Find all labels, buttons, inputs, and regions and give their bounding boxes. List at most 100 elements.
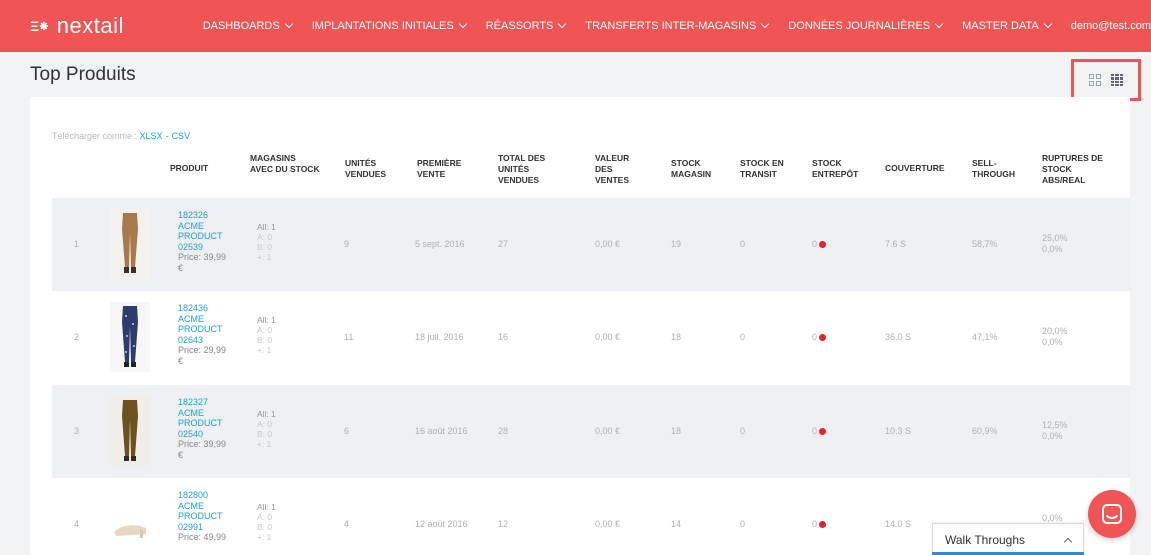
chevron-down-icon xyxy=(558,19,567,29)
product-price: Price: 29,99 € xyxy=(178,345,227,366)
product-link[interactable]: 182326 ACME PRODUCT 02539 xyxy=(178,210,238,252)
product-info: 182326 ACME PRODUCT 02539 Price: 39,99 € xyxy=(178,210,238,273)
row-rank: 4 xyxy=(74,519,80,529)
walk-throughs-widget[interactable]: Walk Throughs xyxy=(932,523,1084,555)
sales-value: 0,00 € xyxy=(595,239,621,249)
user-menu[interactable]: demo@test.com xyxy=(1071,20,1151,32)
col-header-ruptures[interactable]: RUPTURES DE STOCK ABS/REAL xyxy=(1042,153,1112,186)
stores-with-stock: All: 1 A: 0 B: 0 +: 1 xyxy=(257,502,276,542)
row-rank: 1 xyxy=(74,239,80,249)
product-thumbnail[interactable] xyxy=(110,396,150,466)
logo-text: nextail xyxy=(56,13,124,38)
row-rank: 2 xyxy=(74,332,80,342)
chevron-down-icon xyxy=(761,19,770,29)
total-units: 12 xyxy=(498,519,509,529)
nav-transferts[interactable]: TRANSFERTS INTER-MAGASINS xyxy=(585,19,770,32)
alert-dot-icon xyxy=(819,521,827,528)
download-xlsx-link[interactable]: XLSX xyxy=(140,131,163,141)
total-units: 28 xyxy=(498,426,509,436)
product-thumbnail[interactable] xyxy=(110,209,150,279)
product-thumbnail[interactable] xyxy=(110,496,150,546)
sell-through: 58,7% xyxy=(972,239,998,249)
product-info: 182327 ACME PRODUCT 02540 Price: 39,99 € xyxy=(178,397,238,460)
first-sale: 18 juil. 2016 xyxy=(415,332,464,342)
nav-donnees-journalieres[interactable]: DONNÉES JOURNALIÈRES xyxy=(788,19,944,32)
stores-with-stock: All: 1 A: 0 B: 0 +: 1 xyxy=(257,222,276,262)
col-header-total-unites[interactable]: TOTAL DES UNITÉS VENDUES xyxy=(498,153,560,186)
alert-dot-icon xyxy=(819,241,827,248)
product-price: Price: 49,99 xyxy=(178,532,227,542)
first-sale: 12 août 2016 xyxy=(415,519,468,529)
table-row[interactable]: 3 182327 ACME PRODUCT 02540 Price: 39,99 € A… xyxy=(52,385,1130,478)
stock-transit: 0 xyxy=(740,519,746,529)
nav-implantations-initiales[interactable]: IMPLANTATIONS INITIALES xyxy=(312,19,467,32)
col-header-stock-transit[interactable]: STOCK EN TRANSIT xyxy=(740,158,795,180)
table-row[interactable]: 1 182326 ACME PRODUCT 02539 Price: 39,99 € A… xyxy=(52,198,1130,291)
nextail-logo[interactable]: Ξ⁕ nextail xyxy=(30,13,189,39)
coverage: 14.0 S xyxy=(885,519,912,529)
coverage: 10.3 S xyxy=(885,426,912,436)
product-link[interactable]: 182800 ACME PRODUCT 02991 xyxy=(178,490,238,532)
coverage: 7.6 S xyxy=(885,239,907,249)
sales-value: 0,00 € xyxy=(595,426,621,436)
product-price: Price: 39,99 € xyxy=(178,439,227,460)
list-view-icon[interactable] xyxy=(1111,74,1123,86)
stores-with-stock: All: 1 A: 0 B: 0 +: 1 xyxy=(257,409,276,449)
first-sale: 5 sept. 2016 xyxy=(415,239,465,249)
chat-launcher-button[interactable] xyxy=(1088,490,1136,538)
view-toggle xyxy=(1071,59,1141,101)
logo-mark: Ξ⁕ xyxy=(30,17,50,34)
product-info: 182800 ACME PRODUCT 02991 Price: 49,99 xyxy=(178,490,238,543)
top-navbar: Ξ⁕ nextail DASHBOARDS IMPLANTATIONS INIT… xyxy=(0,0,1151,52)
col-header-valeur-ventes[interactable]: VALEUR DES VENTES xyxy=(595,153,640,186)
sell-through: 60,9% xyxy=(972,426,998,436)
row-rank: 3 xyxy=(74,426,80,436)
walk-throughs-label: Walk Throughs xyxy=(945,532,1026,547)
col-header-unites-vendues[interactable]: UNITÉS VENDUES xyxy=(345,158,400,180)
alert-dot-icon xyxy=(819,428,827,435)
product-price: Price: 39,99 € xyxy=(178,252,227,273)
top-products-card: Télécharger comme : XLSX - CSV PRODUIT MAG… xyxy=(30,97,1130,555)
col-header-stock-magasin[interactable]: STOCK MAGASIN xyxy=(671,158,726,180)
stock-transit: 0 xyxy=(740,426,746,436)
stock-warehouse: 0 xyxy=(812,239,827,249)
units-sold: 11 xyxy=(344,332,354,342)
first-sale: 16 août 2016 xyxy=(415,426,468,436)
download-bar: Télécharger comme : XLSX - CSV xyxy=(52,131,191,141)
main-nav: DASHBOARDS IMPLANTATIONS INITIALES RÉASS… xyxy=(203,19,1151,32)
chevron-down-icon xyxy=(284,19,293,29)
download-csv-link[interactable]: CSV xyxy=(172,131,191,141)
stockouts: 12,5% 0,0% xyxy=(1042,420,1068,441)
stockouts: 25,0% 0,0% xyxy=(1042,233,1068,254)
chevron-down-icon xyxy=(458,19,467,29)
col-header-sell-through[interactable]: SELL-THROUGH xyxy=(972,158,1027,180)
sales-value: 0,00 € xyxy=(595,332,621,342)
stores-with-stock: All: 1 A: 0 B: 0 +: 1 xyxy=(257,315,276,355)
col-header-stock-entrepot[interactable]: STOCK ENTREPÔT xyxy=(812,158,872,180)
nav-reassorts[interactable]: RÉASSORTS xyxy=(486,19,567,32)
stock-warehouse: 0 xyxy=(812,332,827,342)
sales-value: 0,00 € xyxy=(595,519,621,529)
col-header-magasins[interactable]: MAGASINS AVEC DU STOCK xyxy=(250,153,320,175)
table-row[interactable]: 2 182436 ACME PRODUCT 02643 Price: 29,99 € A… xyxy=(52,291,1130,384)
nav-master-data[interactable]: MASTER DATA xyxy=(962,19,1052,32)
stock-store: 14 xyxy=(671,519,682,529)
page-title: Top Produits xyxy=(30,64,136,85)
alert-dot-icon xyxy=(819,334,827,341)
col-header-premiere-vente[interactable]: PREMIÈRE VENTE xyxy=(417,158,472,180)
product-link[interactable]: 182436 ACME PRODUCT 02643 xyxy=(178,303,238,345)
chevron-up-icon xyxy=(1063,537,1073,546)
nav-dashboards[interactable]: DASHBOARDS xyxy=(203,19,293,32)
units-sold: 4 xyxy=(344,519,350,529)
product-thumbnail[interactable] xyxy=(110,302,150,372)
stock-transit: 0 xyxy=(740,332,746,342)
units-sold: 9 xyxy=(344,239,350,249)
col-header-couverture[interactable]: COUVERTURE xyxy=(885,163,945,174)
stock-store: 18 xyxy=(671,426,682,436)
stock-warehouse: 0 xyxy=(812,519,827,529)
grid-view-icon[interactable] xyxy=(1089,74,1101,86)
col-header-produit[interactable]: PRODUIT xyxy=(170,163,208,174)
stock-store: 19 xyxy=(671,239,682,249)
product-link[interactable]: 182327 ACME PRODUCT 02540 xyxy=(178,397,238,439)
total-units: 27 xyxy=(498,239,509,249)
